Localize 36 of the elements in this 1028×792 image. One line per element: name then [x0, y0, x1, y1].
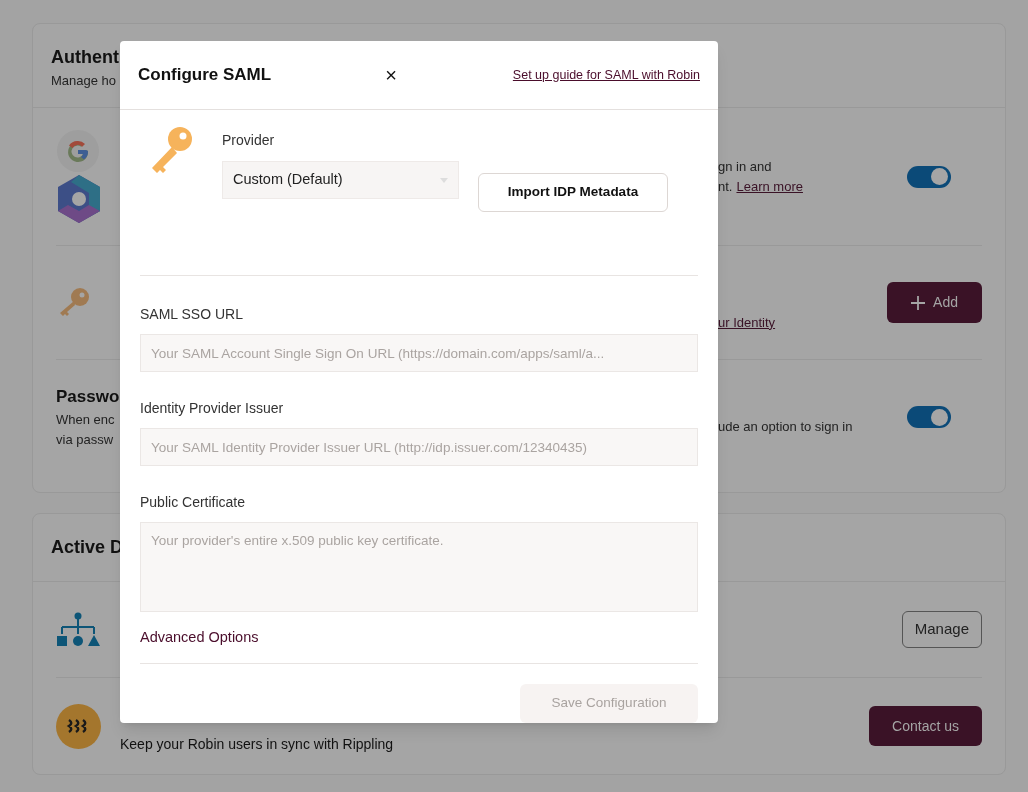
- caret-icon: [440, 177, 448, 183]
- card-subtitle: Manage ho: [51, 72, 118, 90]
- toggle-switch[interactable]: [907, 165, 951, 188]
- dialog-title: Configure SAML: [138, 64, 273, 87]
- rippling-logo-icon: [56, 703, 101, 749]
- contact-button[interactable]: Contact us: [869, 706, 982, 746]
- advanced-options-link[interactable]: Advanced Options: [140, 626, 259, 649]
- manage-button[interactable]: Manage: [901, 611, 982, 648]
- plus-icon: [911, 295, 926, 310]
- row-description: When enc: [56, 410, 115, 429]
- certificate-field[interactable]: Your provider's entire x.509 public key certificate.: [140, 522, 698, 612]
- card-title: Authent: [51, 46, 120, 69]
- hexagon-logo-icon: [56, 172, 102, 225]
- guide-link[interactable]: Set up guide for SAML with Robin: [512, 65, 700, 85]
- add-button[interactable]: Add: [887, 282, 982, 323]
- text-field[interactable]: Your SAML Identity Provider Issuer URL (http://idp.issuer.com/12340435): [140, 428, 698, 466]
- field-label: Public Certificate: [140, 493, 247, 512]
- import-metadata-button[interactable]: Import IDP Metadata: [478, 173, 668, 212]
- org-chart-icon: [56, 611, 100, 648]
- row-description: nt.: [718, 177, 733, 196]
- field-label: SAML SSO URL: [140, 305, 244, 324]
- row-description: gn in and: [718, 157, 772, 176]
- learn-link[interactable]: Learn more: [736, 176, 803, 197]
- toggle-switch[interactable]: [907, 406, 951, 428]
- row-description: via passw: [56, 430, 114, 449]
- close-button[interactable]: ×: [378, 60, 404, 90]
- row-title: Passwo: [56, 386, 120, 409]
- provider-select[interactable]: Custom (Default): [222, 161, 459, 199]
- provider-label: Provider: [222, 131, 276, 150]
- text-field[interactable]: Your SAML Account Single Sign On URL (https://domain.com/apps/saml/a...: [140, 334, 698, 372]
- learn-link[interactable]: ur Identity: [718, 312, 776, 333]
- save-configuration-button: Save Configuration: [520, 684, 698, 723]
- row-description: ude an option to sign in: [718, 418, 853, 436]
- field-label: Identity Provider Issuer: [140, 399, 285, 418]
- row-description: Keep your Robin users in sync with Rippling: [120, 734, 394, 754]
- google-icon: [56, 128, 100, 173]
